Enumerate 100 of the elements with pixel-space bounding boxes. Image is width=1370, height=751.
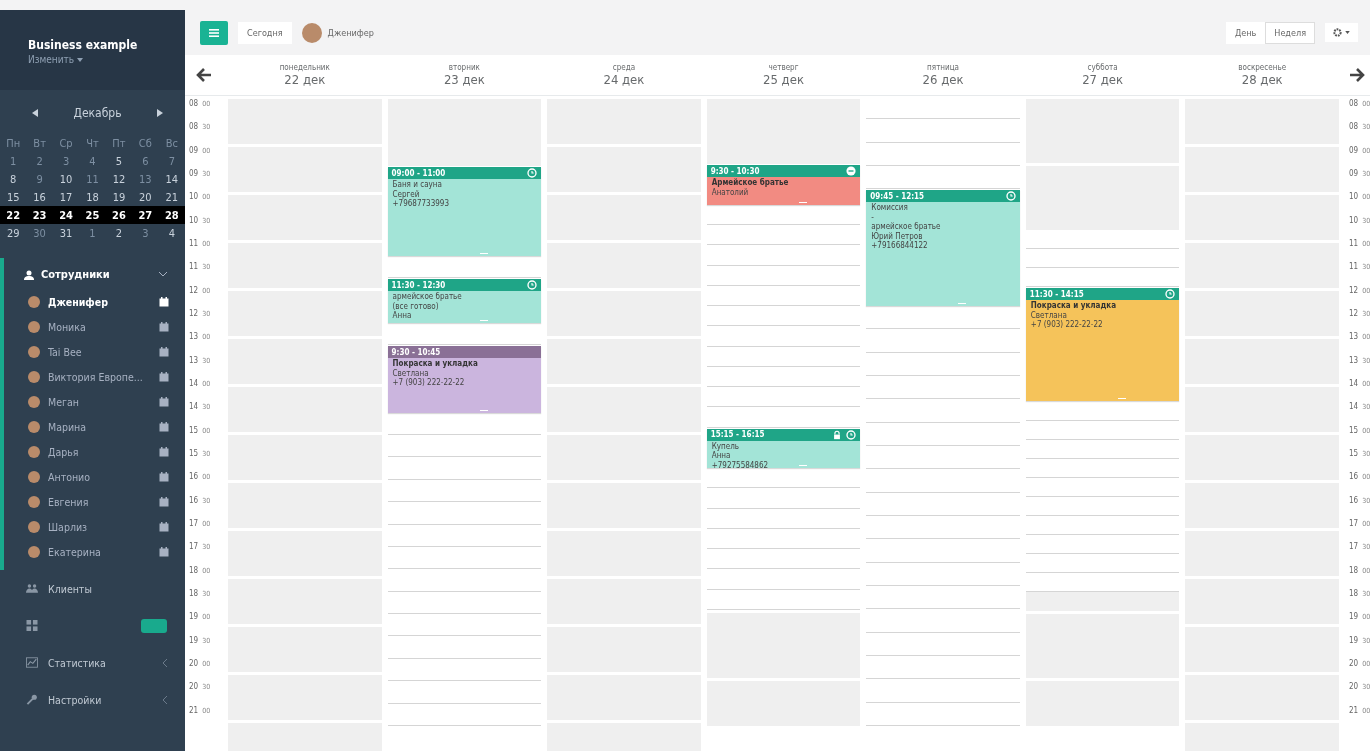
appointment-card[interactable]: 9:30 - 10:30 Армейское братье Анатолий [706,165,861,205]
menu-button[interactable] [200,20,228,45]
hour-label: 20 [1349,682,1359,692]
day-date[interactable]: 27 дек [1025,72,1180,87]
calendar-week[interactable]: 8 9 10 11 12 13 14 [0,170,185,188]
staff-name[interactable]: Tai Bee [48,345,151,358]
calendar-icon[interactable] [159,496,169,507]
calendar-icon[interactable] [159,421,169,432]
menu-item[interactable]: Настройки [48,693,152,706]
day-date[interactable]: 25 дек [706,72,861,87]
appointment-card[interactable]: 15:15 - 16:15 Купель Анна +79275584862 [706,428,861,468]
calendar-day[interactable]: 2 [105,226,133,240]
calendar-day[interactable]: 25 [79,208,106,222]
calendar-day[interactable]: 12 [105,172,133,186]
resize-handle[interactable] [958,303,967,304]
hour-label: 09 [1349,145,1359,155]
hour-label: 18 [189,589,199,598]
chevron-icon[interactable] [159,272,167,277]
settings-button[interactable] [1325,23,1358,42]
user-name[interactable]: Дженифер [327,27,374,38]
staff-name[interactable]: Антонио [48,470,151,483]
calendar-icon[interactable] [159,321,169,332]
day-date[interactable]: 28 дек [1185,72,1339,87]
menu-icon[interactable] [209,28,219,37]
day-date[interactable]: 24 дек [547,72,701,87]
hour-label: 17 [1349,542,1359,552]
calendar-day[interactable]: 14 [158,172,185,186]
calendar-day[interactable]: 21 [158,190,185,204]
resize-handle[interactable] [798,465,807,466]
staff-name[interactable]: Евгения [48,495,151,508]
menu-item[interactable]: Статистика [48,656,152,669]
appointment-card[interactable]: 09:45 - 12:15 Комиссия - армейское братье Юрий Петров +79166844122 [866,190,1020,306]
calendar-icon[interactable] [159,546,169,557]
calendar-day[interactable]: 29 [0,226,27,240]
appointment-time: 9:30 - 10:45 [391,347,442,357]
menu-item[interactable]: Клиенты [48,582,167,595]
calendar-day[interactable]: 22 [0,208,27,222]
calendar-day[interactable]: 23 [26,208,53,222]
staff-name[interactable]: Моника [48,320,151,333]
calendar-week[interactable]: 29 30 31 1 2 3 4 [0,224,185,242]
calendar-day[interactable]: 16 [26,190,53,204]
appointment-card[interactable]: 11:30 - 12:30 армейское братье (все готово) Анна [387,279,542,324]
appointment-title: Покраска и укладка [1030,301,1117,311]
calendar-day[interactable]: 5 [105,154,133,168]
forward-arrow-icon[interactable] [1349,68,1366,82]
calendar-day[interactable]: 20 [132,190,159,204]
calendar-day[interactable]: 26 [105,208,133,222]
change-link[interactable]: Изменить [28,54,75,65]
staff-name[interactable]: Дженифер [48,295,151,308]
calendar-day[interactable]: 19 [105,190,133,204]
today-button[interactable]: Сегодня [238,21,292,44]
calendar-day[interactable]: 10 [52,172,80,186]
calendar-icon[interactable] [159,346,169,357]
calendar-icon[interactable] [159,296,169,307]
calendar-day[interactable]: 27 [132,208,159,222]
calendar-day[interactable]: 28 [158,208,185,222]
caret-icon[interactable] [77,57,84,62]
staff-name[interactable]: Дарья [48,445,151,458]
calendar-icon[interactable] [159,521,169,532]
calendar-day[interactable]: 31 [52,226,80,240]
settings-icon[interactable] [1333,28,1342,37]
calendar-icon[interactable] [159,471,169,482]
calendar-icon[interactable] [159,396,169,407]
staff-section-title[interactable]: Сотрудники [41,268,110,281]
staff-name[interactable]: Виктория Европе... [48,370,151,383]
calendar-icon[interactable] [159,371,169,382]
hour-label: 19 [1349,635,1359,645]
calendar-week[interactable]: 1 2 3 4 5 6 7 [0,152,185,170]
appointment-card[interactable]: 11:30 - 14:15 Покраска и укладка Светлана +7 (903) 222-22-22 [1025,288,1180,402]
appointment-card[interactable]: 09:00 - 11:00 Баня и сауна Сергей +79687733993 [387,167,542,256]
appointment-detail: Светлана [1030,310,1067,320]
back-arrow-icon[interactable] [195,68,212,82]
resize-handle[interactable] [479,409,488,411]
calendar-day[interactable]: 18 [79,190,106,204]
caret-icon[interactable] [1345,31,1350,34]
next-month-icon[interactable] [157,109,163,117]
calendar-day[interactable]: 15 [0,190,27,204]
day-date[interactable]: 22 дек [228,72,382,87]
calendar-day[interactable]: 24 [52,208,80,222]
day-date[interactable]: 23 дек [387,72,542,87]
staff-name[interactable]: Марина [48,420,151,433]
resize-handle[interactable] [1118,398,1126,400]
prev-month-icon[interactable] [32,109,38,117]
calendar-icon[interactable] [159,446,169,457]
calendar-week[interactable]: 22 23 24 25 26 27 28 [0,206,185,224]
calendar-day[interactable]: 8 [0,172,27,186]
clock-icon [846,429,857,440]
calendar-day[interactable]: 4 [158,226,185,240]
appointment-card[interactable]: 9:30 - 10:45 Покраска и укладка Светлана +7 (903) 222-22-22 [387,346,542,413]
day-date[interactable]: 26 дек [866,72,1020,87]
calendar-week[interactable]: 15 16 17 18 19 20 21 [0,188,185,206]
view-tab[interactable]: День [1225,21,1266,44]
calendar-day[interactable]: 17 [52,190,80,204]
staff-name[interactable]: Меган [48,395,151,408]
staff-name[interactable]: Шарлиз [48,520,151,533]
resize-handle[interactable] [798,201,807,203]
resize-handle[interactable] [479,252,488,254]
staff-name[interactable]: Екатерина [48,545,151,558]
view-tab[interactable]: Неделя [1265,21,1315,44]
resize-handle[interactable] [479,320,488,322]
